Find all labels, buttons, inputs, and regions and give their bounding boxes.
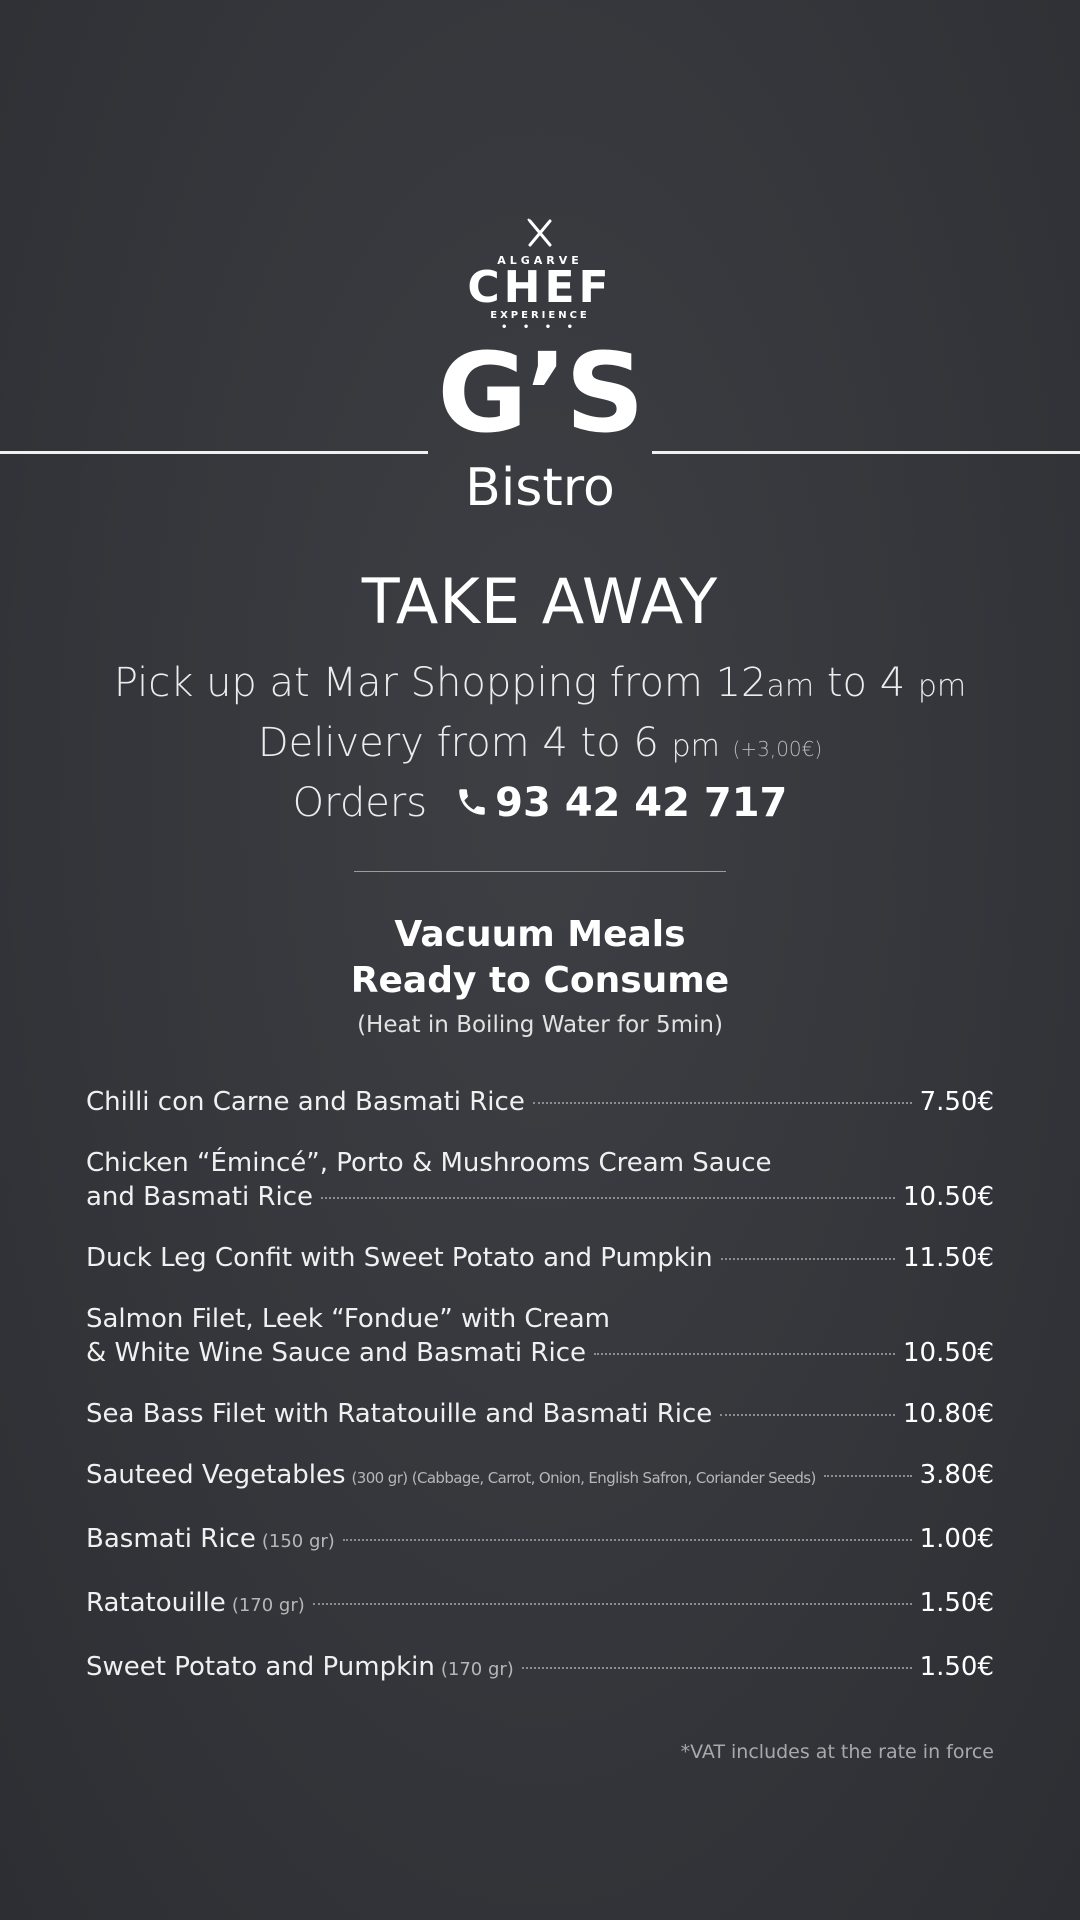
item-name: Duck Leg Confit with Sweet Potato and Pu… xyxy=(86,1243,713,1273)
dot-leader xyxy=(823,1475,912,1477)
dot-leader xyxy=(720,1414,896,1416)
logo-chef: CHEF xyxy=(467,262,613,313)
item-name: Sauteed Vegetables xyxy=(86,1460,346,1490)
pickup-pm: pm xyxy=(917,669,967,704)
menu-item: Chilli con Carne and Basmati Rice 7.50€ xyxy=(86,1085,994,1119)
item-note: (170 gr) xyxy=(440,1659,514,1680)
delivery-pm: pm xyxy=(671,729,720,764)
item-price: 1.00€ xyxy=(919,1524,994,1554)
item-price: 1.50€ xyxy=(919,1652,994,1682)
pickup-info: Pick up at Mar Shopping from 12am to 4 p… xyxy=(0,660,1080,706)
menu-page: ALGARVE CHEF EXPERIENCE • • • • G’S Bist… xyxy=(0,0,1080,1920)
menu-item: Salmon Filet, Leek “Fondue” with Cream &… xyxy=(86,1302,994,1370)
header-rule-right xyxy=(652,451,1080,454)
item-name: & White Wine Sauce and Basmati Rice xyxy=(86,1338,586,1368)
menu-item: Sauteed Vegetables (300 gr) (Cabbage, Car… xyxy=(86,1458,994,1495)
menu-item: Chicken “Émincé”, Porto & Mushrooms Crea… xyxy=(86,1146,994,1214)
item-name: Basmati Rice xyxy=(86,1524,256,1554)
pickup-text: Pick up at Mar Shopping from 12 xyxy=(113,660,767,706)
dot-leader xyxy=(720,1258,896,1260)
dot-leader xyxy=(342,1539,912,1541)
dot-leader xyxy=(521,1667,912,1669)
item-note: (170 gr) xyxy=(231,1595,305,1616)
dot-leader xyxy=(594,1353,896,1355)
pickup-to: to 4 xyxy=(814,660,918,706)
header-rule-left xyxy=(0,451,428,454)
item-price: 7.50€ xyxy=(919,1087,994,1117)
menu-list: Chilli con Carne and Basmati Rice 7.50€ C… xyxy=(86,1085,994,1714)
section-subtitle: (Heat in Boiling Water for 5min) xyxy=(357,1012,723,1038)
menu-item: Sweet Potato and Pumpkin (170 gr) 1.50€ xyxy=(86,1650,994,1687)
vat-note: *VAT includes at the rate in force xyxy=(680,1741,994,1763)
dot-leader xyxy=(312,1603,912,1605)
menu-item: Duck Leg Confit with Sweet Potato and Pu… xyxy=(86,1241,994,1275)
logo-bistro: Bistro xyxy=(465,458,615,518)
section-title-vacuum-meals: Vacuum Meals xyxy=(394,914,686,955)
item-note: (150 gr) xyxy=(261,1531,335,1552)
item-name-line1: Salmon Filet, Leek “Fondue” with Cream xyxy=(86,1304,610,1334)
item-price: 11.50€ xyxy=(903,1243,994,1273)
phone-number[interactable]: 93 42 42 717 xyxy=(495,780,787,826)
logo-experience: EXPERIENCE xyxy=(490,310,590,321)
item-price: 3.80€ xyxy=(919,1460,994,1490)
item-name: and Basmati Rice xyxy=(86,1182,314,1212)
item-name: Sweet Potato and Pumpkin xyxy=(86,1652,435,1682)
fork-knife-icon xyxy=(527,218,552,247)
item-price: 1.50€ xyxy=(919,1588,994,1618)
section-divider xyxy=(354,871,726,872)
item-price: 10.80€ xyxy=(903,1399,994,1429)
delivery-info: Delivery from 4 to 6 pm (+3,00€) xyxy=(0,720,1080,766)
orders-label: Orders xyxy=(292,780,428,826)
pickup-am: am xyxy=(766,669,815,704)
menu-item: Sea Bass Filet with Ratatouille and Basm… xyxy=(86,1397,994,1431)
dot-leader xyxy=(321,1197,896,1199)
menu-item: Ratatouille (170 gr) 1.50€ xyxy=(86,1586,994,1623)
item-name: Sea Bass Filet with Ratatouille and Basm… xyxy=(86,1399,713,1429)
item-price: 10.50€ xyxy=(903,1182,994,1212)
item-name-line1: Chicken “Émincé”, Porto & Mushrooms Crea… xyxy=(86,1148,772,1178)
delivery-text: Delivery from 4 to 6 xyxy=(257,720,672,766)
item-name: Chilli con Carne and Basmati Rice xyxy=(86,1087,525,1117)
section-title-ready: Ready to Consume xyxy=(350,960,730,1001)
orders-info: Orders 93 42 42 717 xyxy=(0,780,1080,826)
logo-gs: G’S xyxy=(437,329,644,457)
item-name: Ratatouille xyxy=(86,1588,226,1618)
item-note: (300 gr) (Cabbage, Carrot, Onion, Englis… xyxy=(351,1469,817,1487)
item-price: 10.50€ xyxy=(903,1338,994,1368)
phone-icon xyxy=(459,789,485,815)
page-title: TAKE AWAY xyxy=(361,565,719,638)
delivery-fee: (+3,00€) xyxy=(732,737,823,761)
dot-leader xyxy=(532,1102,912,1104)
menu-item: Basmati Rice (150 gr) 1.00€ xyxy=(86,1522,994,1559)
